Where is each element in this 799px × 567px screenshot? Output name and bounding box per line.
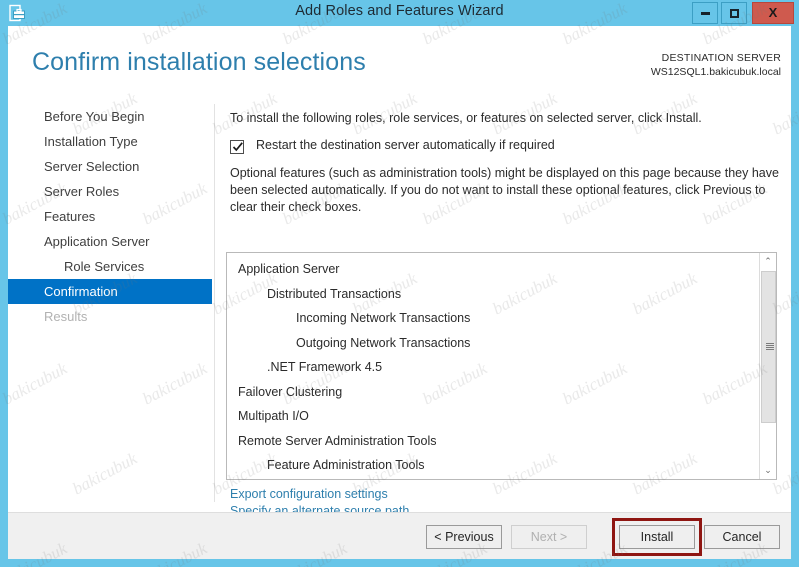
window-title: Add Roles and Features Wizard	[295, 3, 504, 19]
sidebar-item-role-services[interactable]: Role Services	[8, 254, 214, 279]
scroll-down-icon[interactable]: ⌄	[760, 462, 776, 479]
list-item[interactable]: Feature Administration Tools	[227, 453, 760, 478]
listbox-scrollbar[interactable]: ⌃ ⌄	[759, 253, 776, 479]
selections-listbox[interactable]: Application Server Distributed Transacti…	[226, 252, 777, 480]
destination-server-label: DESTINATION SERVER	[661, 52, 781, 64]
destination-server-block: DESTINATION SERVER WS12SQL1.bakicubuk.lo…	[651, 51, 781, 79]
list-item[interactable]: Multipath I/O	[227, 404, 760, 429]
sidebar-item-installation-type[interactable]: Installation Type	[8, 129, 214, 154]
previous-button[interactable]: < Previous	[426, 525, 502, 549]
restart-checkbox-label: Restart the destination server automatic…	[256, 138, 555, 152]
wizard-footer: < Previous Next > Install Cancel	[8, 512, 791, 559]
sidebar-divider	[214, 104, 215, 502]
close-button[interactable]: X	[752, 2, 794, 24]
minimize-button[interactable]	[692, 2, 718, 24]
sidebar-item-application-server[interactable]: Application Server	[8, 229, 214, 254]
intro-text: To install the following roles, role ser…	[230, 111, 702, 125]
list-item[interactable]: Application Server	[227, 257, 760, 282]
title-bar: Add Roles and Features Wizard X	[0, 0, 799, 26]
scroll-up-icon[interactable]: ⌃	[760, 253, 776, 270]
maximize-button[interactable]	[721, 2, 747, 24]
maximize-icon	[729, 9, 739, 19]
wizard-window: Add Roles and Features Wizard X Confirm …	[0, 0, 799, 567]
list-item[interactable]: Incoming Network Transactions	[227, 306, 760, 331]
page-header: Confirm installation selections DESTINAT…	[8, 26, 791, 102]
list-item[interactable]: Distributed Transactions	[227, 282, 760, 307]
sidebar-item-results: Results	[44, 309, 88, 324]
cancel-button[interactable]: Cancel	[704, 525, 780, 549]
sidebar-item-server-roles[interactable]: Server Roles	[8, 179, 214, 204]
scrollbar-grip-icon	[766, 343, 774, 351]
list-item[interactable]: Failover Clustering Tools	[227, 478, 760, 480]
page-title: Confirm installation selections	[32, 48, 366, 76]
next-button: Next >	[511, 525, 587, 549]
scrollbar-thumb[interactable]	[761, 271, 776, 423]
list-item[interactable]: Failover Clustering	[227, 380, 760, 405]
restart-checkbox[interactable]	[230, 140, 244, 154]
destination-server-value: WS12SQL1.bakicubuk.local	[650, 66, 781, 78]
sidebar-item-confirmation[interactable]: Confirmation	[8, 279, 212, 304]
sidebar-item-before-you-begin[interactable]: Before You Begin	[8, 104, 214, 129]
install-button[interactable]: Install	[619, 525, 695, 549]
wizard-client-area: Confirm installation selections DESTINAT…	[8, 26, 791, 559]
minimize-icon	[700, 12, 710, 16]
optional-features-note: Optional features (such as administratio…	[230, 166, 779, 214]
sidebar-item-server-selection[interactable]: Server Selection	[8, 154, 214, 179]
export-configuration-settings-link[interactable]: Export configuration settings	[230, 486, 409, 503]
sidebar-item-features[interactable]: Features	[8, 204, 214, 229]
list-item[interactable]: Remote Server Administration Tools	[227, 429, 760, 454]
wizard-steps-nav: Before You Begin Installation Type Serve…	[8, 104, 214, 504]
selections-list: Application Server Distributed Transacti…	[227, 257, 760, 480]
list-item[interactable]: Outgoing Network Transactions	[227, 331, 760, 356]
list-item[interactable]: .NET Framework 4.5	[227, 355, 760, 380]
